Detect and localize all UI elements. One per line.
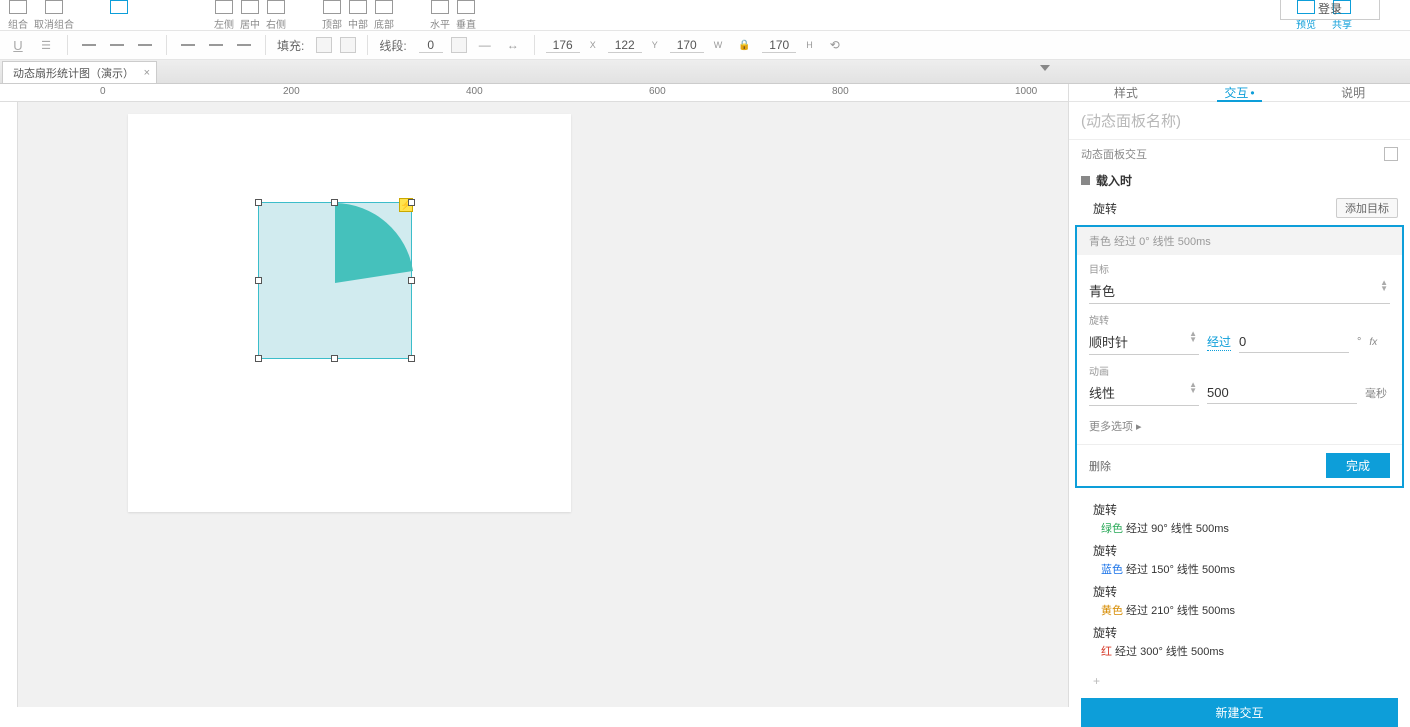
align-top-tool[interactable]: 顶部 bbox=[322, 0, 342, 31]
duration-unit: 毫秒 bbox=[1365, 385, 1387, 401]
login-button[interactable]: 登录 bbox=[1280, 0, 1380, 20]
x-label: X bbox=[590, 40, 596, 50]
action-editor: 青色 经过 0° 线性 500ms 目标 青色 ▲▼ 旋转 顺时针 ▲▼ 经过 bbox=[1075, 225, 1404, 488]
pie-slice-cyan bbox=[335, 203, 413, 283]
top-toolbar: 组合 取消组合 左侧 居中 右侧 顶部 中部 底部 水平 垂直 预览 共享 登录 bbox=[0, 0, 1410, 30]
action-summary: 青色 经过 0° 线性 500ms bbox=[1077, 227, 1402, 255]
bullet-icon[interactable]: ☰ bbox=[36, 35, 56, 55]
text-align-left-icon[interactable] bbox=[79, 35, 99, 55]
expand-icon[interactable] bbox=[1384, 147, 1398, 161]
duration-input[interactable] bbox=[1207, 382, 1357, 404]
tab-style[interactable]: 样式 bbox=[1069, 84, 1183, 101]
underline-icon[interactable]: U bbox=[8, 35, 28, 55]
label-target: 目标 bbox=[1089, 261, 1390, 276]
fill-label: 填充: bbox=[277, 37, 304, 54]
group-tool[interactable]: 组合 bbox=[8, 0, 28, 31]
via-label: 经过 bbox=[1207, 333, 1231, 351]
handle-n[interactable] bbox=[331, 199, 338, 206]
tab-interaction[interactable]: 交互• bbox=[1183, 84, 1297, 101]
ungroup-tool[interactable]: 取消组合 bbox=[34, 0, 74, 31]
align-center-tool[interactable]: 居中 bbox=[240, 0, 260, 31]
fill-opacity-swatch[interactable] bbox=[340, 37, 356, 53]
section-title: 动态面板交互 bbox=[1081, 146, 1147, 162]
new-interaction-button[interactable]: 新建交互 bbox=[1081, 698, 1398, 727]
rotate-icon[interactable]: ⟲ bbox=[825, 35, 845, 55]
page-tab-label: 动态扇形统计图（演示） bbox=[13, 65, 134, 81]
easing-select[interactable]: 线性 ▲▼ bbox=[1089, 380, 1199, 406]
format-toolbar: U ☰ 填充: 线段: — ↔ X Y W 🔒 H ⟲ bbox=[0, 30, 1410, 60]
action-item[interactable]: 旋转红 经过 300° 线性 500ms bbox=[1069, 621, 1410, 662]
label-rotate: 旋转 bbox=[1089, 312, 1390, 327]
direction-select[interactable]: 顺时针 ▲▼ bbox=[1089, 329, 1199, 355]
line-style-icon[interactable]: — bbox=[475, 35, 495, 55]
other-actions-list: 旋转绿色 经过 90° 线性 500ms旋转蓝色 经过 150° 线性 500m… bbox=[1069, 494, 1410, 670]
arrow-style-icon[interactable]: ↔ bbox=[503, 35, 523, 55]
distribute-h-tool[interactable]: 水平 bbox=[430, 0, 450, 31]
ruler-vertical bbox=[0, 102, 18, 707]
action-item[interactable]: 旋转绿色 经过 90° 线性 500ms bbox=[1069, 498, 1410, 539]
chevron-updown-icon: ▲▼ bbox=[1380, 280, 1388, 292]
handle-w[interactable] bbox=[255, 277, 262, 284]
text-align-center-icon[interactable] bbox=[107, 35, 127, 55]
handle-sw[interactable] bbox=[255, 355, 262, 362]
handle-nw[interactable] bbox=[255, 199, 262, 206]
chevron-updown-icon: ▲▼ bbox=[1189, 331, 1197, 343]
inspector-panel: 样式 交互• 说明 (动态面板名称) 动态面板交互 载入时 旋转 添加目标 青色… bbox=[1068, 84, 1410, 707]
delete-action-button[interactable]: 删除 bbox=[1089, 458, 1111, 474]
align-bottom-tool[interactable]: 底部 bbox=[374, 0, 394, 31]
chevron-updown-icon: ▲▼ bbox=[1189, 382, 1197, 394]
degree-input[interactable] bbox=[1239, 331, 1349, 353]
action-rotate-label: 旋转 bbox=[1093, 200, 1117, 217]
tab-dropdown-icon[interactable] bbox=[1040, 65, 1050, 71]
y-label: Y bbox=[652, 40, 658, 50]
text-align-right-icon[interactable] bbox=[135, 35, 155, 55]
lock-aspect-icon[interactable]: 🔒 bbox=[734, 35, 754, 55]
align-right-tool[interactable]: 右侧 bbox=[266, 0, 286, 31]
handle-se[interactable] bbox=[408, 355, 415, 362]
align-left-tool[interactable]: 左侧 bbox=[214, 0, 234, 31]
h-input[interactable] bbox=[762, 38, 796, 53]
target-select[interactable]: 青色 ▲▼ bbox=[1089, 278, 1390, 304]
line-width-input[interactable] bbox=[419, 38, 443, 53]
event-onload[interactable]: 载入时 bbox=[1069, 168, 1410, 193]
ruler-horizontal: 0 200 400 600 800 1000 bbox=[0, 84, 1068, 102]
w-label: W bbox=[714, 40, 723, 50]
degree-unit: ° bbox=[1357, 336, 1361, 348]
panel-tabs: 样式 交互• 说明 bbox=[1069, 84, 1410, 102]
align-middle-tool[interactable]: 中部 bbox=[348, 0, 368, 31]
y-input[interactable] bbox=[608, 38, 642, 53]
action-item[interactable]: 旋转蓝色 经过 150° 线性 500ms bbox=[1069, 539, 1410, 580]
add-target-button[interactable]: 添加目标 bbox=[1336, 198, 1398, 218]
page-tab[interactable]: 动态扇形统计图（演示） × bbox=[2, 61, 157, 83]
handle-s[interactable] bbox=[331, 355, 338, 362]
action-item[interactable]: 旋转黄色 经过 210° 线性 500ms bbox=[1069, 580, 1410, 621]
add-action-button[interactable]: + bbox=[1069, 670, 1410, 692]
h-label: H bbox=[806, 40, 813, 50]
tab-note[interactable]: 说明 bbox=[1296, 84, 1410, 101]
selected-dynamic-panel[interactable]: ⚡ bbox=[258, 202, 412, 359]
handle-ne[interactable] bbox=[408, 199, 415, 206]
fill-color-swatch[interactable] bbox=[316, 37, 332, 53]
line-label: 线段: bbox=[379, 37, 406, 54]
handle-e[interactable] bbox=[408, 277, 415, 284]
x-input[interactable] bbox=[546, 38, 580, 53]
valign-bottom-icon[interactable] bbox=[234, 35, 254, 55]
done-button[interactable]: 完成 bbox=[1326, 453, 1390, 478]
close-icon[interactable]: × bbox=[144, 67, 150, 79]
distribute-v-tool[interactable]: 垂直 bbox=[456, 0, 476, 31]
canvas-area[interactable]: 0 200 400 600 800 1000 ⚡ bbox=[0, 84, 1068, 707]
w-input[interactable] bbox=[670, 38, 704, 53]
valign-middle-icon[interactable] bbox=[206, 35, 226, 55]
zoom-tool[interactable] bbox=[110, 0, 128, 27]
collapse-icon[interactable] bbox=[1081, 176, 1090, 185]
label-anim: 动画 bbox=[1089, 363, 1390, 378]
more-options-toggle[interactable]: 更多选项 ▸ bbox=[1077, 414, 1402, 444]
valign-top-icon[interactable] bbox=[178, 35, 198, 55]
panel-name-placeholder[interactable]: (动态面板名称) bbox=[1069, 102, 1410, 140]
line-color-swatch[interactable] bbox=[451, 37, 467, 53]
fx-icon[interactable]: fx bbox=[1369, 337, 1377, 348]
tab-bar: 动态扇形统计图（演示） × bbox=[0, 60, 1410, 84]
